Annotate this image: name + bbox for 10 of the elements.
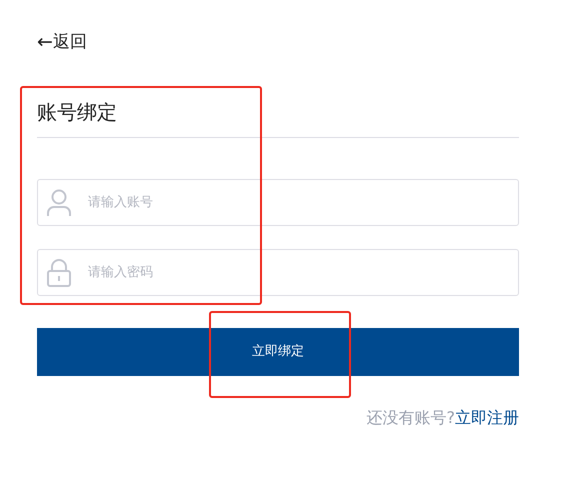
register-prompt: 还没有账号? — [366, 408, 455, 426]
back-link[interactable]: 返回 — [52, 30, 87, 55]
page-title: 账号绑定 — [37, 96, 519, 138]
user-icon — [46, 188, 72, 216]
register-link[interactable]: 立即注册 — [455, 408, 519, 426]
bind-button[interactable]: 立即绑定 — [37, 328, 519, 376]
lock-icon — [46, 258, 72, 286]
password-field[interactable]: 请输入密码 — [37, 248, 519, 296]
back-arrow-icon[interactable]: ← — [37, 28, 53, 56]
account-field[interactable]: 请输入账号 — [37, 178, 519, 226]
